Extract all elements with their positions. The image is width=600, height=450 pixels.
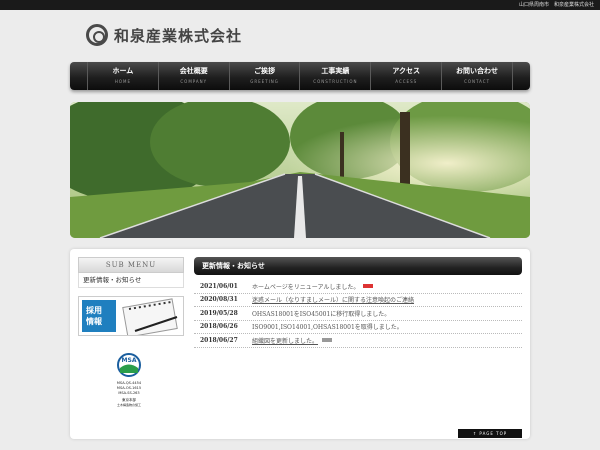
main-content: SUB MENU 更新情報・お知らせ 採用 情報 MSA MSA-QS-4454… xyxy=(70,249,530,439)
nav-label: お問い合わせ xyxy=(456,67,499,75)
news-text: ISO9001,ISO14001,OHSAS18001を取得しました。 xyxy=(252,324,403,332)
nav-item-access[interactable]: アクセス ACCESS xyxy=(370,62,441,90)
news-date: 2018/06/27 xyxy=(200,336,238,344)
top-bar: 山口県周南市 和泉産業株式会社 xyxy=(0,0,600,10)
news-text: ホームページをリニューアルしました。 xyxy=(252,283,360,291)
msa-line-1: MSA-QS-4454 xyxy=(117,381,142,385)
road-landscape-image xyxy=(70,102,530,238)
msa-footer-1: 東京本部 xyxy=(122,397,136,402)
nav-label: 会社概要 xyxy=(179,67,208,75)
site-tagline: 山口県周南市 和泉産業株式会社 xyxy=(518,2,594,8)
news-link[interactable]: 組織図を更新しました。 xyxy=(252,336,318,345)
recruit-label-line1: 採用 xyxy=(86,306,102,315)
recruit-badge: 採用 情報 xyxy=(82,300,116,332)
nav-sublabel: CONSTRUCTION xyxy=(313,79,358,84)
nav-item-company[interactable]: 会社概要 COMPANY xyxy=(157,62,229,90)
global-nav: ホーム HOME 会社概要 COMPANY ご挨拶 GREETING 工事実績 … xyxy=(70,62,530,90)
msa-line-2: MSA-OS-1615 xyxy=(117,386,141,390)
nav-label: 工事実績 xyxy=(321,67,350,75)
submenu-heading: SUB MENU xyxy=(78,257,184,273)
news-text: OHSAS18001をISO45001に移行取得しました。 xyxy=(252,310,391,318)
pdf-badge-icon xyxy=(322,338,333,343)
notebook-pen-icon xyxy=(122,298,178,335)
news-date: 2019/05/28 xyxy=(200,309,238,317)
nav-item-home[interactable]: ホーム HOME xyxy=(87,62,158,90)
nav-sublabel: COMPANY xyxy=(180,79,208,84)
new-badge-icon xyxy=(363,284,374,289)
page-top-button[interactable]: ↑ PAGE TOP xyxy=(458,429,522,438)
news-list: 2021/06/01 ホームページをリニューアルしました。 2020/08/31… xyxy=(194,280,522,348)
news-link[interactable]: 迷惑メール（なりすましメール）に関する注意喚起のご連絡 xyxy=(252,295,414,304)
msa-logo-text: MSA xyxy=(122,357,137,364)
company-logo[interactable]: 和泉産業株式会社 xyxy=(86,23,242,47)
nav-item-construction[interactable]: 工事実績 CONSTRUCTION xyxy=(299,62,370,90)
nav-label: ホーム xyxy=(112,67,134,75)
news-row: 2020/08/31 迷惑メール（なりすましメール）に関する注意喚起のご連絡 xyxy=(194,294,522,307)
news-row: 2019/05/28 OHSAS18001をISO45001に移行取得しました。 xyxy=(194,307,522,321)
msa-footer-2: 土木構造物の施工 xyxy=(117,402,141,407)
news-row: 2018/06/26 ISO9001,ISO14001,OHSAS18001を取… xyxy=(194,321,522,334)
nav-sublabel: HOME xyxy=(114,79,131,84)
news-row: 2021/06/01 ホームページをリニューアルしました。 xyxy=(194,280,522,294)
company-name: 和泉産業株式会社 xyxy=(114,26,243,45)
news-section: 更新情報・お知らせ 2021/06/01 ホームページをリニューアルしました。 … xyxy=(194,257,522,348)
logo-circle-icon xyxy=(86,24,108,46)
nav-item-contact[interactable]: お問い合わせ CONTACT xyxy=(441,62,513,90)
news-date: 2021/06/01 xyxy=(200,282,238,290)
news-date: 2018/06/26 xyxy=(200,323,238,331)
recruit-label-line2: 情報 xyxy=(86,317,102,326)
sidebar: SUB MENU 更新情報・お知らせ 採用 情報 MSA MSA-QS-4454… xyxy=(78,257,184,407)
nav-item-greeting[interactable]: ご挨拶 GREETING xyxy=(228,62,300,90)
recruit-banner[interactable]: 採用 情報 xyxy=(78,296,184,336)
nav-sublabel: GREETING xyxy=(250,79,279,84)
nav-label: アクセス xyxy=(392,67,421,75)
msa-line-3: MSA-SS-263 xyxy=(118,391,139,395)
nav-sublabel: CONTACT xyxy=(464,79,491,84)
nav-sublabel: ACCESS xyxy=(395,79,418,84)
hero-image xyxy=(70,102,530,238)
msa-certification-icon: MSA MSA-QS-4454 MSA-OS-1615 MSA-SS-263 東… xyxy=(117,353,142,407)
news-date: 2020/08/31 xyxy=(200,296,238,304)
news-row: 2018/06/27 組織図を更新しました。 xyxy=(194,334,522,348)
sidebar-item-news[interactable]: 更新情報・お知らせ xyxy=(78,273,184,288)
news-heading: 更新情報・お知らせ xyxy=(194,257,522,275)
nav-label: ご挨拶 xyxy=(254,67,276,75)
